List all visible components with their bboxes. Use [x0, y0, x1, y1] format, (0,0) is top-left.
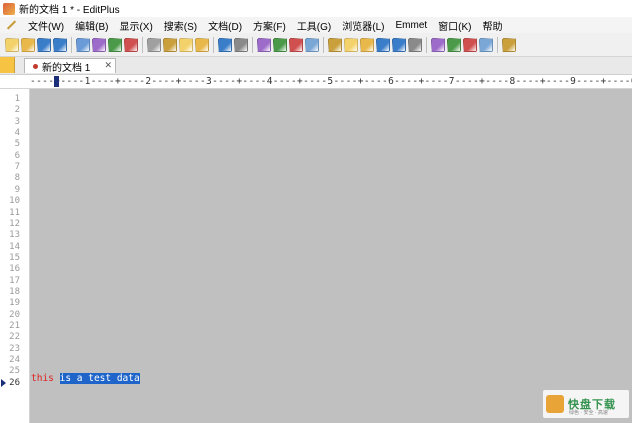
menu-file[interactable]: 文件(W) [24, 18, 68, 33]
spellcheck-icon[interactable] [108, 37, 122, 52]
menu-document[interactable]: 文档(D) [204, 18, 246, 33]
editor-area[interactable]: this is a test data [30, 89, 632, 423]
code-word: this [31, 373, 54, 384]
line-number: 10 [9, 196, 20, 207]
redo-icon[interactable] [234, 37, 248, 52]
find-in-files-icon[interactable] [289, 37, 303, 52]
line-number: 22 [9, 332, 20, 343]
line-number: 21 [9, 321, 20, 331]
menu-search[interactable]: 搜索(S) [160, 18, 201, 33]
code-line-26[interactable]: this is a test data [31, 373, 140, 384]
line-number: 4 [14, 128, 20, 139]
save-icon[interactable] [37, 37, 51, 52]
modified-indicator-icon [33, 63, 38, 69]
editplus-app-icon [3, 2, 15, 15]
line-number: 5 [14, 139, 20, 150]
settings-icon[interactable] [408, 37, 422, 52]
tab-title: 新的文档 1 [42, 62, 91, 74]
window-title: 新的文档 1 * - EditPlus [19, 5, 120, 16]
browser-icon[interactable] [124, 37, 138, 52]
hex-icon[interactable] [344, 37, 358, 52]
paste-icon[interactable] [179, 37, 193, 52]
cliptext-icon[interactable] [463, 37, 477, 52]
document-tab[interactable]: 新的文档 1 ✕ [24, 58, 116, 74]
line-number: 16 [9, 264, 20, 275]
open-folder-icon[interactable] [21, 37, 35, 52]
line-number: 12 [9, 218, 20, 229]
line-number: 24 [9, 355, 20, 366]
font-icon[interactable] [328, 37, 342, 52]
line-number: 2 [14, 105, 20, 116]
current-line-arrow-icon [1, 379, 6, 388]
ruler: ----+----1----+----2----+----3----+----4… [0, 75, 632, 89]
watermark-logo-icon [546, 395, 564, 413]
toolbar [0, 33, 632, 57]
menu-bar: 文件(W) 编辑(B) 显示(X) 搜索(S) 文档(D) 方案(F) 工具(G… [0, 17, 632, 33]
line-number: 18 [9, 286, 20, 297]
menu-tools[interactable]: 工具(G) [293, 18, 335, 33]
line-number: 20 [9, 309, 20, 320]
goto-line-icon[interactable] [305, 37, 319, 52]
menu-edit[interactable]: 编辑(B) [71, 18, 112, 33]
pen-icon [4, 19, 18, 31]
ruler-cursor-marker [54, 76, 59, 87]
cut-icon[interactable] [147, 37, 161, 52]
help-icon[interactable] [502, 37, 516, 52]
line-number-icon[interactable] [392, 37, 406, 52]
menu-browser[interactable]: 浏览器(L) [338, 18, 388, 33]
toolbar-separator [213, 36, 214, 53]
new-file-icon[interactable] [5, 37, 19, 52]
toolbar-separator [71, 36, 72, 53]
toolbar-separator [252, 36, 253, 53]
line-number: 17 [9, 275, 20, 286]
ruler-scale: ----+----1----+----2----+----3----+----4… [30, 76, 632, 87]
menu-help[interactable]: 帮助 [479, 18, 507, 33]
find-icon[interactable] [257, 37, 271, 52]
line-number: 19 [9, 298, 20, 309]
line-number: 6 [14, 150, 20, 161]
delete-icon[interactable] [195, 37, 209, 52]
tab-close-icon[interactable]: ✕ [104, 60, 112, 71]
line-number: 25 [9, 366, 20, 377]
toolbar-separator [497, 36, 498, 53]
line-number: 9 [14, 184, 20, 195]
watermark-subtext: 绿色 · 安全 · 高速 [569, 410, 608, 416]
menu-window[interactable]: 窗口(K) [434, 18, 475, 33]
title-bar: 新的文档 1 * - EditPlus [0, 0, 632, 17]
save-all-icon[interactable] [53, 37, 67, 52]
line-number: 11 [9, 207, 20, 218]
directory-toggle-icon[interactable] [0, 57, 15, 73]
replace-icon[interactable] [273, 37, 287, 52]
toolbar-separator [426, 36, 427, 53]
word-wrap-icon[interactable] [360, 37, 374, 52]
watermark: 快盘下载 绿色 · 安全 · 高速 [543, 390, 629, 418]
menu-view[interactable]: 显示(X) [115, 18, 156, 33]
print-preview-icon[interactable] [76, 37, 90, 52]
line-number: 3 [14, 116, 20, 127]
selected-text: is a test data [59, 373, 140, 384]
toolbar-separator [323, 36, 324, 53]
line-number: 8 [14, 173, 20, 184]
line-number-gutter: 1 2 3 4 5 6 7 8 9 10 11 12 13 14 15 16 17 18 19 20 21 22 23 24 2… [0, 89, 30, 423]
window-icon[interactable] [431, 37, 445, 52]
line-number: 7 [14, 162, 20, 173]
line-number: 15 [9, 252, 20, 263]
toolbar-separator [142, 36, 143, 53]
undo-icon[interactable] [218, 37, 232, 52]
tab-bar: 新的文档 1 ✕ [0, 57, 632, 75]
copy-icon[interactable] [163, 37, 177, 52]
directory-icon[interactable] [479, 37, 493, 52]
line-number: 14 [9, 241, 20, 252]
menu-project[interactable]: 方案(F) [249, 18, 290, 33]
line-number: 13 [9, 230, 20, 241]
line-number: 23 [9, 343, 20, 354]
print-icon[interactable] [92, 37, 106, 52]
line-number: 1 [14, 94, 20, 104]
ruler-icon[interactable] [376, 37, 390, 52]
window-split-icon[interactable] [447, 37, 461, 52]
menu-emmet[interactable]: Emmet [392, 20, 432, 31]
